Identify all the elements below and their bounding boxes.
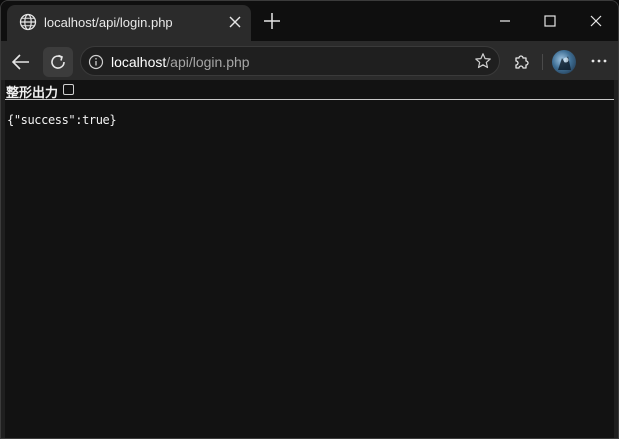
star-icon[interactable]: [474, 52, 492, 70]
new-tab-icon[interactable]: [263, 12, 281, 30]
reload-icon: [51, 54, 65, 69]
title-bar: localhost/api/login.php: [1, 1, 618, 41]
close-tab-icon[interactable]: [227, 14, 243, 30]
arrow-left-icon: [11, 54, 29, 70]
toolbar-separator: [542, 54, 543, 70]
url-text: localhost/api/login.php: [111, 54, 250, 70]
more-options-icon[interactable]: [589, 51, 609, 71]
profile-avatar[interactable]: [552, 50, 576, 74]
tab-title: localhost/api/login.php: [44, 15, 173, 30]
back-button[interactable]: [6, 47, 36, 77]
url-path: /api/login.php: [166, 54, 250, 70]
json-response-text: {"success":true}: [7, 113, 117, 127]
page-content: 整形出力 {"success":true}: [5, 80, 614, 438]
maximize-icon[interactable]: [540, 11, 560, 31]
avatar-image-icon: [558, 56, 571, 70]
minimize-icon[interactable]: [495, 11, 515, 31]
pretty-print-label: 整形出力: [6, 85, 59, 100]
pretty-print-checkbox[interactable]: [63, 84, 74, 95]
json-viewer-controls: 整形出力: [5, 80, 614, 100]
reload-button[interactable]: [43, 47, 73, 77]
address-bar[interactable]: localhost/api/login.php: [80, 46, 500, 76]
browser-window: localhost/api/login.php localhost/api/lo…: [0, 0, 619, 439]
extensions-icon[interactable]: [512, 51, 532, 71]
close-window-icon[interactable]: [586, 11, 606, 31]
active-tab[interactable]: localhost/api/login.php: [7, 5, 251, 41]
url-host: localhost: [111, 54, 167, 70]
browser-toolbar: localhost/api/login.php: [1, 41, 618, 80]
info-icon[interactable]: [88, 54, 104, 70]
globe-icon: [19, 13, 37, 31]
